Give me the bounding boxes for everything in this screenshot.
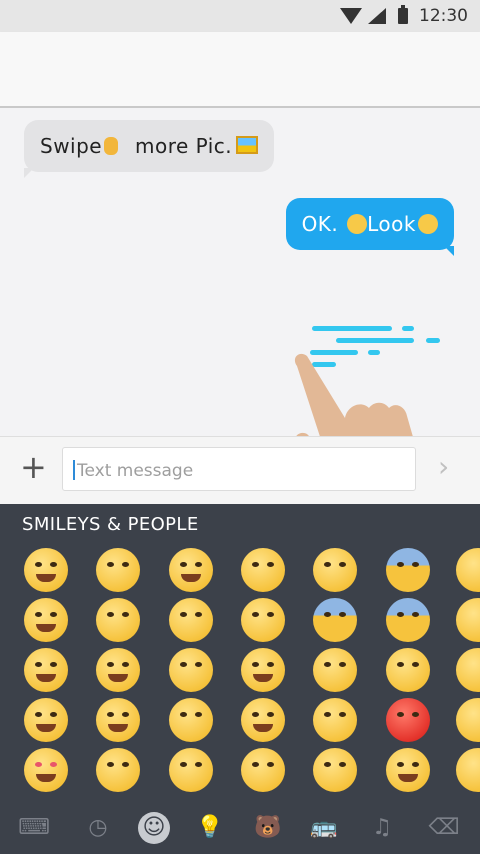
message-text: Swipe [40,134,103,158]
disappointed-relieved-face-icon[interactable] [169,748,213,792]
grimacing-face-icon[interactable] [386,748,430,792]
smiling-face-icon[interactable] [24,598,68,642]
partial-emoji-icon[interactable] [456,548,480,592]
status-bar: 12:30 [0,0,480,32]
nerd-face-icon [418,214,438,234]
kissing-heart-face-icon[interactable] [96,548,140,592]
heart-eyes-face-icon[interactable] [24,748,68,792]
grinning-face-icon[interactable] [24,548,68,592]
partial-emoji-icon[interactable] [456,648,480,692]
flushed-face-icon[interactable] [96,748,140,792]
sad-sweat-face-icon[interactable] [313,548,357,592]
anxious-face-icon[interactable] [313,598,357,642]
disappointed-face-icon[interactable] [169,648,213,692]
battery-icon [398,5,408,24]
screaming-face-icon[interactable] [386,598,430,642]
angry-face-icon[interactable] [386,648,430,692]
message-text: more Pic. [134,134,233,158]
smiley-icon[interactable]: ☺ [138,812,170,844]
blushing-face-icon[interactable] [24,648,68,692]
conversation-header [0,32,480,108]
text-message-input[interactable]: Text message [62,447,416,491]
confounded-face-icon[interactable] [313,748,357,792]
sad-face-icon[interactable] [313,698,357,742]
fearful-face-icon[interactable] [386,548,430,592]
partial-emoji-icon[interactable] [456,698,480,742]
persevering-face-icon[interactable] [241,548,285,592]
wifi-icon [340,8,362,24]
emoji-category-tabs: ⌨ ◷ ☺ 💡 🐻 🚌 ♫ ⌫ [0,802,480,854]
loudly-crying-face-icon[interactable] [241,698,285,742]
relieved-face-icon[interactable] [169,698,213,742]
crying-face-icon[interactable] [241,598,285,642]
ok-hand-icon [347,214,368,234]
picture-icon [236,136,259,154]
backspace-icon[interactable]: ⌫ [428,812,460,844]
signal-icon [368,8,386,24]
animal-icon[interactable]: 🐻 [252,812,284,844]
recent-icon[interactable]: ◷ [82,812,114,844]
incoming-message[interactable]: Swipe more Pic. [24,120,275,178]
tongue-out-face-icon[interactable] [96,698,140,742]
emoji-grid [24,548,480,798]
keyboard-icon[interactable]: ⌨ [18,812,50,844]
text-caret [73,460,75,480]
send-button[interactable]: › [438,453,449,481]
emoji-keyboard: SMILEYS & PEOPLE ⌨ ◷ ☺ 💡 🐻 🚌 ♫ ⌫ [0,504,480,854]
kissing-face-icon[interactable] [96,598,140,642]
lightbulb-icon[interactable]: 💡 [194,812,226,844]
symbols-icon[interactable]: ♫ [366,812,398,844]
chat-area: Swipe more Pic. OK. Look [0,108,480,498]
sleepy-face-icon[interactable] [241,748,285,792]
grimacing-face-icon[interactable] [169,548,213,592]
partial-emoji-icon[interactable] [456,748,480,792]
message-text: Look [367,212,416,236]
message-text: OK. [301,212,339,236]
partial-emoji-icon[interactable] [456,598,480,642]
winking-face-icon[interactable] [24,698,68,742]
downcast-sweat-face-icon[interactable] [313,648,357,692]
clock: 12:30 [419,6,468,26]
message-composer: + Text message › [0,436,480,505]
tears-of-joy-face-icon[interactable] [241,648,285,692]
pensive-face-icon[interactable] [169,598,213,642]
emoji-category-title: SMILEYS & PEOPLE [22,514,199,535]
transport-icon[interactable]: 🚌 [308,812,340,844]
tongue-wink-face-icon[interactable] [96,648,140,692]
pointing-finger-icon [104,137,119,155]
outgoing-message[interactable]: OK. Look [285,198,455,256]
add-attachment-button[interactable]: + [20,451,47,483]
pouting-face-icon[interactable] [386,698,430,742]
input-placeholder: Text message [77,461,194,481]
